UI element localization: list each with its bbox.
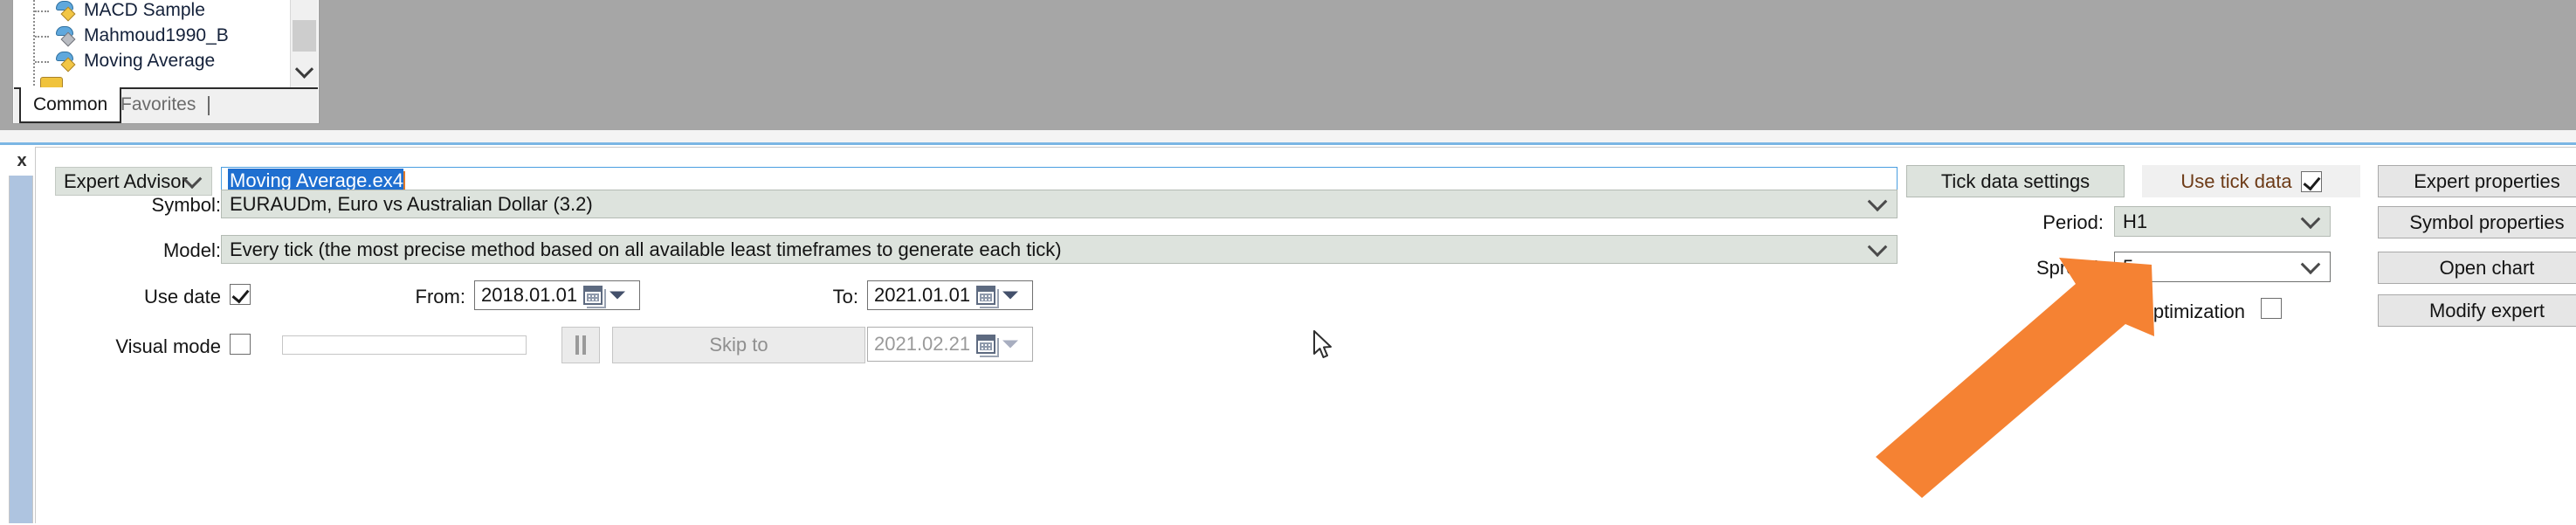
navigator-tabbar: Common Favorites <box>14 87 318 123</box>
chevron-down-icon <box>1867 190 1888 211</box>
chevron-down-icon <box>1867 236 1888 257</box>
tester-form: Expert Advisor Moving Average.ex4 Symbol… <box>35 147 2576 523</box>
chevron-down-icon[interactable] <box>1002 340 1018 349</box>
symbol-combo[interactable]: EURAUDm, Euro vs Australian Dollar (3.2) <box>221 190 1898 218</box>
visual-mode-checkbox[interactable] <box>230 334 251 355</box>
list-item-label: MACD Sample <box>84 0 205 20</box>
list-item-label: Moving Average <box>84 50 216 71</box>
text-caret <box>403 170 405 192</box>
pause-button[interactable] <box>561 327 600 363</box>
optimization-label: Optimization <box>2138 300 2245 322</box>
symbol-properties-button[interactable]: Symbol properties <box>2378 206 2576 238</box>
panel-accent-line <box>0 142 2576 145</box>
expert-type-combo[interactable]: Expert Advisor <box>55 167 212 196</box>
use-date-label: Use date <box>143 286 221 307</box>
tree-branch-icon <box>35 60 49 63</box>
scrollbar-thumb[interactable] <box>293 20 316 52</box>
tree-branch-icon <box>35 35 49 38</box>
list-item[interactable]: Moving Average <box>14 48 291 73</box>
use-tick-data-group[interactable]: Use tick data <box>2142 165 2360 197</box>
calendar-icon[interactable] <box>583 286 603 305</box>
symbol-label: Symbol: <box>151 194 221 216</box>
period-label: Period: <box>2042 211 2104 233</box>
expert-advisor-icon <box>54 51 77 72</box>
pause-icon <box>575 335 586 355</box>
expert-properties-button[interactable]: Expert properties <box>2378 165 2576 197</box>
navigator-scrollbar[interactable] <box>290 0 318 89</box>
period-combo[interactable]: H1 <box>2114 206 2331 237</box>
strategy-tester-panel: x Expert Advisor Moving Average.ex4 Symb… <box>0 142 2576 523</box>
spread-label: Spread: <box>2035 257 2104 279</box>
use-date-checkbox[interactable] <box>230 284 251 305</box>
panel-separator <box>0 130 2576 143</box>
model-value: Every tick (the most precise method base… <box>230 238 1062 260</box>
expert-type-value: Expert Advisor <box>64 169 188 192</box>
spread-value: 5 <box>2123 255 2134 278</box>
tab-common[interactable]: Common <box>19 87 122 123</box>
model-combo[interactable]: Every tick (the most precise method base… <box>221 235 1898 264</box>
date-from-value: 2018.01.01 <box>481 284 578 306</box>
list-item-label: Mahmoud1990_B <box>84 24 229 45</box>
close-icon[interactable]: x <box>7 148 37 174</box>
chevron-down-icon <box>2300 208 2321 229</box>
symbol-value: EURAUDm, Euro vs Australian Dollar (3.2) <box>230 192 593 215</box>
chevron-down-icon <box>2300 253 2321 274</box>
tree-branch-icon <box>35 10 49 12</box>
tab-favorites[interactable]: Favorites <box>108 87 208 121</box>
vertical-tab-strip[interactable] <box>9 176 33 523</box>
date-to-value: 2021.01.01 <box>874 284 971 306</box>
expert-advisor-icon <box>54 25 77 46</box>
navigator-panel: MACD Sample Mahmoud1990_B Moving Average <box>12 0 320 124</box>
mouse-cursor <box>1312 330 1335 362</box>
calendar-icon[interactable] <box>976 335 995 354</box>
calendar-icon[interactable] <box>976 286 995 305</box>
date-to-field[interactable]: 2021.01.01 <box>867 280 1033 310</box>
open-chart-button[interactable]: Open chart <box>2378 252 2576 284</box>
skip-to-button[interactable]: Skip to <box>612 327 865 363</box>
from-label: From: <box>415 286 465 307</box>
visual-speed-slider[interactable] <box>282 335 527 355</box>
modify-expert-button[interactable]: Modify expert <box>2378 294 2576 327</box>
model-label: Model: <box>162 239 221 261</box>
chevron-down-icon[interactable] <box>1002 291 1018 300</box>
tick-data-settings-button[interactable]: Tick data settings <box>1906 165 2125 197</box>
navigator-region: MACD Sample Mahmoud1990_B Moving Average <box>0 0 2576 142</box>
expert-advisor-icon <box>54 0 77 21</box>
date-from-field[interactable]: 2018.01.01 <box>474 280 640 310</box>
chevron-down-icon[interactable] <box>610 291 625 300</box>
navigator-tree[interactable]: MACD Sample Mahmoud1990_B Moving Average <box>14 0 291 89</box>
use-tick-data-checkbox[interactable] <box>2300 170 2322 192</box>
use-tick-data-label: Use tick data <box>2180 169 2292 192</box>
visual-mode-label: Visual mode <box>115 335 221 357</box>
to-label: To: <box>832 286 858 307</box>
list-item[interactable]: Mahmoud1990_B <box>14 23 291 48</box>
list-item[interactable]: MACD Sample <box>14 0 291 23</box>
period-value: H1 <box>2123 210 2148 232</box>
spread-combo[interactable]: 5 <box>2114 252 2331 282</box>
chevron-down-icon[interactable] <box>291 59 318 84</box>
skip-to-date-value: 2021.02.21 <box>874 333 971 355</box>
tabbar-divider <box>208 96 210 115</box>
skip-to-date-field[interactable]: 2021.02.21 <box>867 327 1033 362</box>
optimization-checkbox[interactable] <box>2261 298 2282 319</box>
